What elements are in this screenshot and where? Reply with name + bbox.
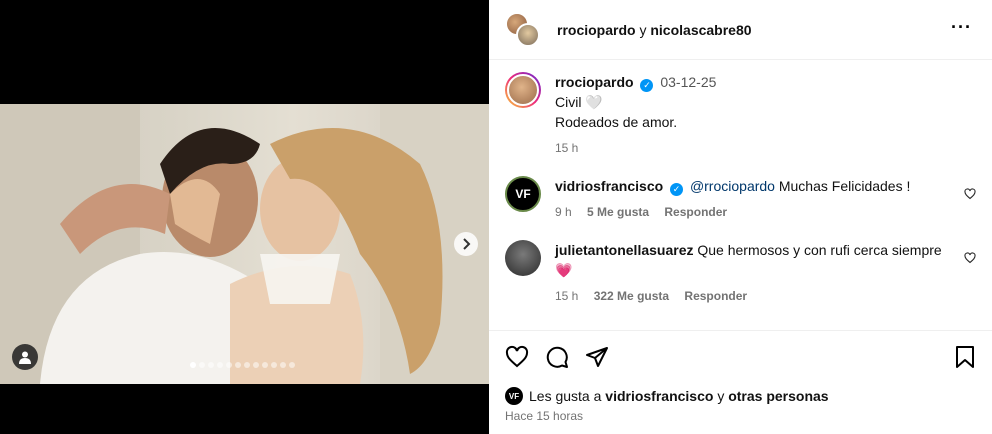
post-actions: VF Les gusta a vidriosfrancisco y otras …: [489, 330, 992, 434]
carousel-dot: [199, 362, 205, 368]
likes-summary: VF Les gusta a vidriosfrancisco y otras …: [505, 387, 829, 405]
like-heart-icon[interactable]: [505, 345, 529, 369]
comment-text: Que hermosos y con rufi cerca siempre: [697, 242, 942, 258]
carousel-dot: [217, 362, 223, 368]
comment: VF vidriosfrancisco ✓ @rrociopardo Mucha…: [489, 176, 992, 222]
carousel-indicator: [190, 362, 295, 368]
like-comment-heart-icon[interactable]: [964, 188, 976, 200]
reply-button[interactable]: Responder: [664, 205, 727, 219]
post-timestamp[interactable]: Hace 15 horas: [505, 409, 583, 423]
caption-line: Civil 🤍: [555, 94, 603, 110]
carousel-dot: [271, 362, 277, 368]
likes-prefix: Les gusta a: [529, 388, 602, 404]
liker-username-link[interactable]: vidriosfrancisco: [605, 388, 713, 404]
avatar[interactable]: [505, 240, 541, 276]
carousel-dot: [226, 362, 232, 368]
caption: rrociopardo ✓ 03-12-25 Civil 🤍 Rodeados …: [489, 72, 992, 158]
carousel-dot: [244, 362, 250, 368]
comment-likes[interactable]: 5 Me gusta: [587, 205, 649, 219]
liker-avatar[interactable]: VF: [505, 387, 523, 405]
like-comment-heart-icon[interactable]: [964, 252, 976, 264]
chevron-right-icon: [463, 238, 471, 250]
comment-time[interactable]: 9 h: [555, 205, 572, 219]
carousel-dot: [208, 362, 214, 368]
media-pane: [0, 0, 489, 434]
carousel-dot: [280, 362, 286, 368]
avatar[interactable]: [505, 72, 541, 108]
avatar[interactable]: VF: [505, 176, 541, 212]
username-link[interactable]: julietantonellasuarez: [555, 242, 693, 258]
mention-link[interactable]: @rrociopardo: [690, 178, 775, 194]
post-details-pane: rrociopardo y nicolascabre80 ··· rrociop…: [489, 0, 992, 434]
post-date: 03-12-25: [660, 74, 717, 90]
carousel-dot: [262, 362, 268, 368]
next-image-button[interactable]: [454, 232, 478, 256]
carousel-dot: [253, 362, 259, 368]
comment-text: Muchas Felicidades !: [778, 178, 911, 194]
post-authors: rrociopardo y nicolascabre80: [557, 22, 752, 38]
person-icon: [19, 351, 31, 364]
share-paper-plane-icon[interactable]: [585, 345, 609, 369]
carousel-dot: [235, 362, 241, 368]
save-bookmark-icon[interactable]: [954, 345, 976, 369]
caption-line: Rodeados de amor.: [555, 114, 678, 130]
author-link[interactable]: rrociopardo: [557, 22, 636, 38]
comments-list: rrociopardo ✓ 03-12-25 Civil 🤍 Rodeados …: [489, 72, 992, 324]
verified-badge-icon: ✓: [670, 183, 684, 196]
comment: julietantonellasuarez Que hermosos y con…: [489, 240, 992, 306]
caption-time[interactable]: 15 h: [555, 141, 578, 155]
likes-connector: y: [717, 388, 725, 404]
authors-separator: y: [639, 21, 647, 38]
collab-avatars[interactable]: [505, 11, 541, 48]
more-options-icon[interactable]: ···: [951, 18, 972, 36]
comment-time[interactable]: 15 h: [555, 289, 578, 303]
post-photo[interactable]: [0, 104, 489, 384]
username-link[interactable]: rrociopardo: [555, 74, 634, 90]
other-likers-link[interactable]: otras personas: [728, 388, 828, 404]
reply-button[interactable]: Responder: [684, 289, 747, 303]
avatar: [516, 22, 540, 47]
author-link[interactable]: nicolascabre80: [650, 22, 751, 38]
comment-emoji: 💗: [555, 262, 573, 278]
username-link[interactable]: vidriosfrancisco: [555, 178, 663, 194]
post-header: rrociopardo y nicolascabre80 ···: [489, 0, 992, 60]
verified-badge-icon: ✓: [640, 79, 654, 92]
couple-photo-illustration: [0, 104, 489, 384]
comment-likes[interactable]: 322 Me gusta: [594, 289, 669, 303]
carousel-dot: [190, 362, 196, 368]
carousel-dot: [289, 362, 295, 368]
comment-bubble-icon[interactable]: [545, 345, 569, 369]
tagged-users-button[interactable]: [12, 344, 38, 370]
